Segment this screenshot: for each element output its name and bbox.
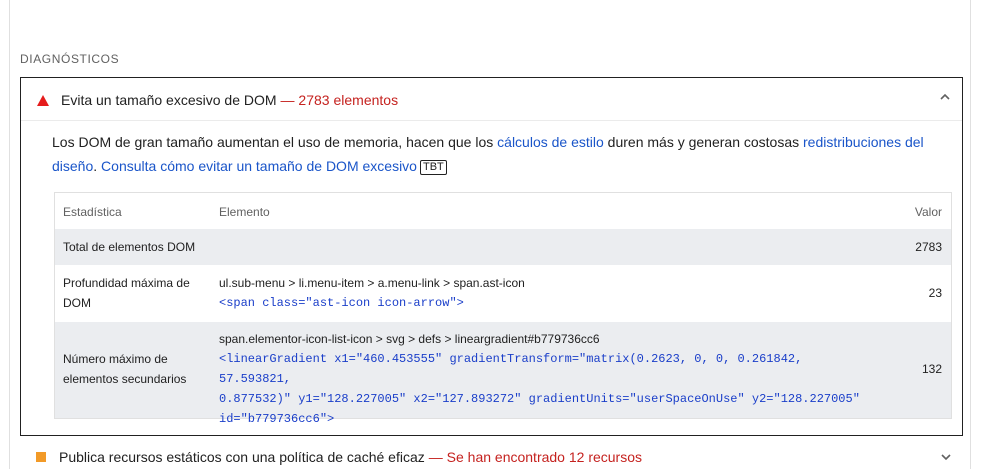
table-row: Número máximo de elementos secundarios s… xyxy=(55,322,951,426)
row-label: Número máximo de elementos secundarios xyxy=(63,352,187,386)
section-title: DIAGNÓSTICOS xyxy=(20,52,120,66)
audit-title-text: Evita un tamaño excesivo de DOM xyxy=(61,92,277,108)
row-value: 132 xyxy=(921,362,942,376)
desc-text-2: duren más y generan costosas xyxy=(603,134,804,150)
node-snippet-line: 0.877532)" y1="128.227005" x2="127.89327… xyxy=(219,392,860,406)
link-learn-more[interactable]: Consulta cómo evitar un tamaño de DOM ex… xyxy=(101,158,417,174)
node-selector: ul.sub-menu > li.menu-item > a.menu-link… xyxy=(219,276,525,290)
desc-text-1: Los DOM de gran tamaño aumentan el uso d… xyxy=(52,134,498,150)
table-header: Estadística Elemento Valor xyxy=(55,193,951,229)
chevron-down-icon[interactable] xyxy=(939,450,953,464)
row-value: 23 xyxy=(928,286,942,300)
audit-display-value: — 2783 elementos xyxy=(280,92,399,108)
header-value: Valor xyxy=(914,205,942,219)
tbt-badge: TBT xyxy=(419,160,447,175)
row-label: Profundidad máxima de DOM xyxy=(63,276,190,310)
node-element[interactable]: span.elementor-icon-list-icon > svg > de… xyxy=(219,329,869,429)
node-snippet: <span class="ast-icon icon-arrow"> xyxy=(219,296,464,310)
node-selector: span.elementor-icon-list-icon > svg > de… xyxy=(219,332,600,346)
audit-cache-policy[interactable]: Publica recursos estáticos con una polít… xyxy=(20,436,963,469)
audit2-display-value: — Se han encontrado 12 recursos xyxy=(428,449,643,465)
audit2-title: Publica recursos estáticos con una polít… xyxy=(59,449,642,465)
table-row: Profundidad máxima de DOM ul.sub-menu > … xyxy=(55,265,951,322)
header-stat: Estadística xyxy=(63,205,122,219)
link-style-calculations[interactable]: cálculos de estilo xyxy=(497,134,604,150)
audit-title: Evita un tamaño excesivo de DOM — 2783 el… xyxy=(61,92,398,108)
average-square-icon xyxy=(36,452,46,462)
row-value: 2783 xyxy=(915,240,942,254)
fail-triangle-icon xyxy=(37,95,49,106)
row-label: Total de elementos DOM xyxy=(63,240,196,254)
header-element: Elemento xyxy=(219,205,270,219)
desc-text-3: . xyxy=(93,158,102,174)
table-row: Total de elementos DOM 2783 xyxy=(55,229,951,265)
node-element[interactable]: ul.sub-menu > li.menu-item > a.menu-link… xyxy=(219,273,869,313)
node-snippet-line: id="b779736cc6"> xyxy=(219,412,335,426)
node-snippet-line: <linearGradient x1="460.453555" gradient… xyxy=(219,352,803,386)
chevron-up-icon[interactable] xyxy=(938,90,952,104)
audit-header[interactable]: Evita un tamaño excesivo de DOM — 2783 el… xyxy=(21,78,962,121)
details-table: Estadística Elemento Valor Total de elem… xyxy=(54,192,952,426)
audit2-title-text: Publica recursos estáticos con una polít… xyxy=(59,449,425,465)
audit-dom-size: Evita un tamaño excesivo de DOM — 2783 el… xyxy=(20,77,963,436)
audit-description: Los DOM de gran tamaño aumentan el uso d… xyxy=(52,130,932,178)
